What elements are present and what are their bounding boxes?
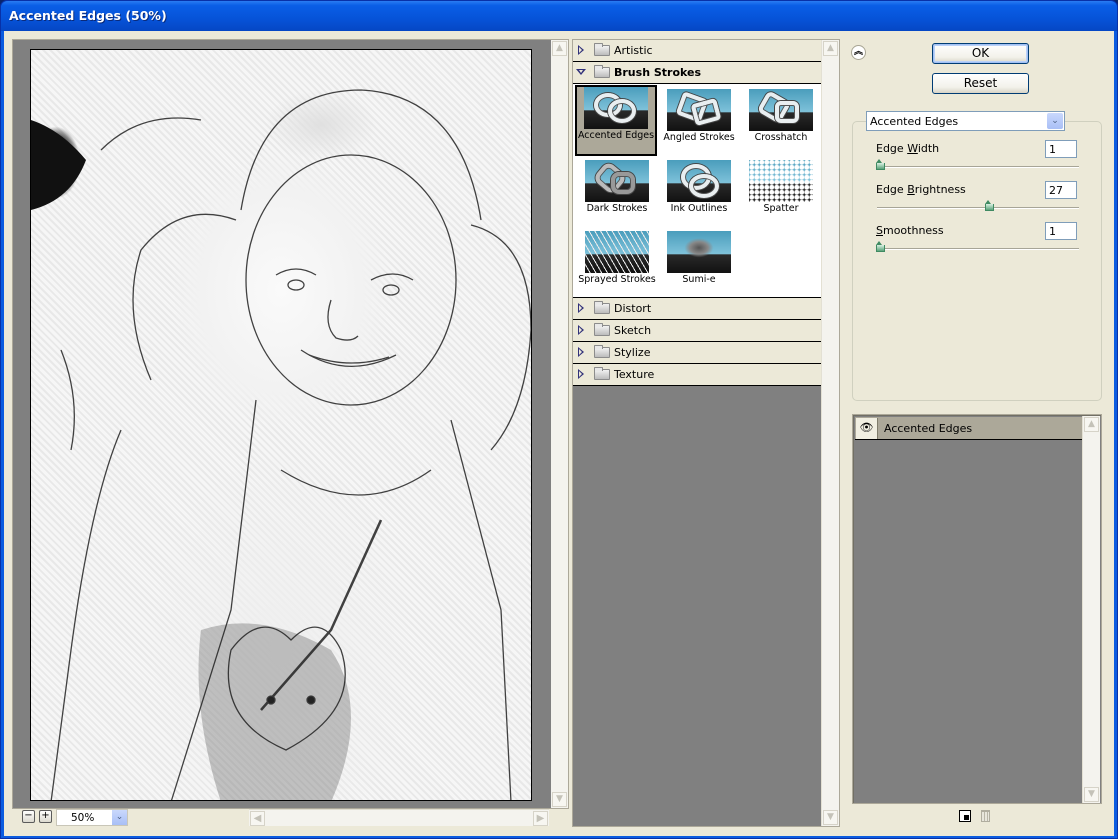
filter-gallery-window: Accented Edges (50%) ▲ ▼ − + 50% ⌄ ◀ ▶ A…	[0, 0, 1118, 839]
accented-edges-preview-icon	[584, 87, 648, 129]
category-sketch[interactable]: Sketch	[573, 320, 821, 342]
folder-open-icon	[594, 65, 610, 78]
scroll-up-arrow[interactable]: ▲	[552, 41, 567, 56]
smoothness-input[interactable]: 1	[1045, 222, 1077, 240]
ink-outlines-preview-icon	[667, 160, 731, 202]
title-bar[interactable]: Accented Edges (50%)	[1, 1, 1117, 31]
scroll-down-arrow[interactable]: ▼	[823, 810, 838, 825]
scroll-up-arrow[interactable]: ▲	[823, 41, 838, 56]
smoothness-slider-handle[interactable]	[876, 241, 885, 252]
eye-icon[interactable]: 👁	[856, 418, 878, 439]
filter-thumb-accented-edges[interactable]: Accented Edges	[575, 85, 657, 156]
collapse-triangle-icon[interactable]	[576, 69, 586, 75]
sumi-e-preview-icon	[667, 231, 731, 273]
angled-strokes-preview-icon	[667, 89, 731, 131]
param-label: Edge Width	[876, 142, 940, 155]
dark-strokes-preview-icon	[585, 160, 649, 202]
effect-layer-row[interactable]: 👁 Accented Edges	[855, 417, 1085, 440]
scroll-down-arrow[interactable]: ▼	[552, 792, 567, 807]
scroll-down-arrow[interactable]: ▼	[1084, 787, 1099, 802]
sprayed-strokes-preview-icon	[585, 231, 649, 273]
smoothness-slider-track[interactable]	[877, 248, 1079, 250]
filter-browser: Artistic Brush Strokes Accented Edges An…	[572, 39, 840, 827]
category-label: Brush Strokes	[614, 66, 702, 79]
zoom-level-value: 50%	[71, 812, 95, 824]
new-effect-layer-icon[interactable]	[959, 810, 971, 822]
category-label: Sketch	[614, 324, 652, 337]
filter-browser-scrollbar[interactable]: ▲ ▼	[821, 40, 839, 826]
scroll-left-arrow[interactable]: ◀	[250, 811, 265, 826]
effect-layers-panel: 👁 Accented Edges ▲ ▼	[852, 414, 1102, 804]
preview-vertical-scrollbar[interactable]: ▲ ▼	[551, 40, 568, 808]
double-chevron-up-icon[interactable]: ︽	[851, 45, 866, 60]
expand-triangle-icon[interactable]	[578, 45, 584, 55]
expand-triangle-icon[interactable]	[578, 369, 584, 379]
category-texture[interactable]: Texture	[573, 364, 821, 386]
category-label: Distort	[614, 302, 652, 315]
category-label: Artistic	[614, 44, 653, 57]
zoom-in-button[interactable]: +	[39, 810, 52, 823]
filter-thumb-dark-strokes[interactable]: Dark Strokes	[576, 158, 658, 229]
scroll-up-arrow[interactable]: ▲	[1084, 417, 1099, 432]
dialog-client-area: ▲ ▼ − + 50% ⌄ ◀ ▶ Artistic Brush Strokes…	[4, 31, 1114, 836]
zoom-out-button[interactable]: −	[22, 810, 35, 823]
preview-image[interactable]	[30, 49, 532, 801]
param-label: Smoothness	[876, 224, 944, 237]
effect-layer-name: Accented Edges	[884, 422, 973, 435]
reset-button[interactable]: Reset	[932, 73, 1029, 94]
category-brush-strokes[interactable]: Brush Strokes	[573, 62, 821, 84]
selected-filter-value: Accented Edges	[870, 115, 959, 128]
edge-width-slider-track[interactable]	[877, 166, 1079, 168]
folder-icon	[594, 301, 610, 314]
sketch-illustration	[31, 89, 531, 800]
param-edge-brightness: Edge Brightness 27	[876, 181, 1080, 219]
crosshatch-preview-icon	[749, 89, 813, 131]
edge-brightness-slider-handle[interactable]	[985, 200, 995, 211]
chevron-down-icon[interactable]: ⌄	[112, 810, 127, 825]
folder-icon	[594, 345, 610, 358]
category-artistic[interactable]: Artistic	[573, 40, 821, 62]
edge-brightness-input[interactable]: 27	[1045, 181, 1077, 199]
filter-thumb-ink-outlines[interactable]: Ink Outlines	[658, 158, 740, 229]
category-label: Texture	[614, 368, 655, 381]
preview-pane: ▲ ▼	[12, 39, 569, 809]
shadow-area	[31, 120, 86, 210]
filter-select-dropdown[interactable]: Accented Edges ⌄	[866, 111, 1065, 131]
expand-triangle-icon[interactable]	[578, 347, 584, 357]
trash-icon[interactable]	[981, 810, 990, 822]
filter-thumb-spatter[interactable]: Spatter	[740, 158, 822, 229]
zoom-level-select[interactable]: 50% ⌄	[56, 809, 128, 826]
param-label: Edge Brightness	[876, 183, 966, 196]
edge-brightness-slider-track[interactable]	[877, 207, 1079, 209]
filter-thumb-angled-strokes[interactable]: Angled Strokes	[658, 87, 740, 158]
ok-button[interactable]: OK	[932, 43, 1029, 64]
category-distort[interactable]: Distort	[573, 298, 821, 320]
filter-category-list: Artistic Brush Strokes Accented Edges An…	[573, 40, 821, 386]
effect-layers-scrollbar[interactable]: ▲ ▼	[1082, 416, 1100, 803]
face-outline	[245, 154, 457, 406]
category-stylize[interactable]: Stylize	[573, 342, 821, 364]
filter-thumb-sprayed-strokes[interactable]: Sprayed Strokes	[576, 229, 658, 300]
chevron-down-icon[interactable]: ⌄	[1047, 113, 1063, 129]
param-smoothness: Smoothness 1	[876, 222, 1080, 260]
edge-width-slider-handle[interactable]	[876, 159, 885, 170]
folder-icon	[594, 367, 610, 380]
param-edge-width: Edge Width 1	[876, 140, 1080, 178]
zoom-bar: − + 50% ⌄ ◀ ▶	[12, 809, 569, 826]
window-title: Accented Edges (50%)	[9, 8, 167, 23]
filter-thumb-crosshatch[interactable]: Crosshatch	[740, 87, 822, 158]
spatter-preview-icon	[749, 160, 813, 202]
category-label: Stylize	[614, 346, 651, 359]
folder-icon	[594, 43, 610, 56]
brush-strokes-thumbnails: Accented Edges Angled Strokes Crosshatch…	[573, 84, 821, 298]
filter-thumb-sumi-e[interactable]: Sumi-e	[658, 229, 740, 300]
expand-triangle-icon[interactable]	[578, 303, 584, 313]
expand-triangle-icon[interactable]	[578, 325, 584, 335]
folder-icon	[594, 323, 610, 336]
scroll-right-arrow[interactable]: ▶	[533, 811, 548, 826]
edge-width-input[interactable]: 1	[1045, 140, 1077, 158]
preview-horizontal-scrollbar[interactable]: ◀ ▶	[249, 809, 549, 826]
